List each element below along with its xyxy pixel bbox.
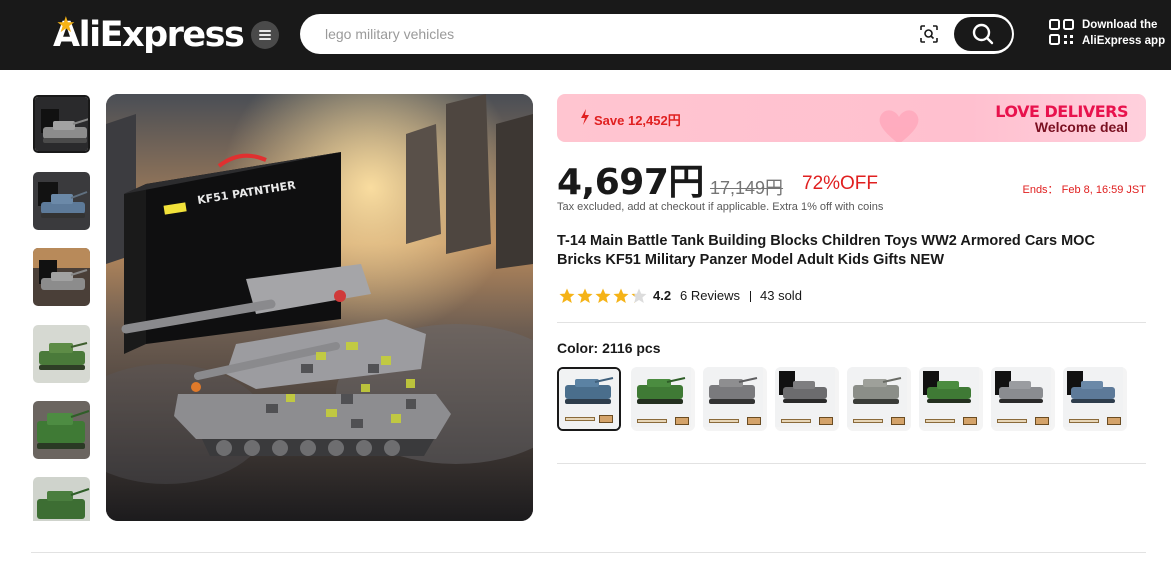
swatch-badge-icon <box>599 415 613 423</box>
divider <box>557 322 1146 323</box>
thumbnail-item[interactable] <box>33 248 90 306</box>
app-line-2: AliExpress app <box>1082 35 1166 47</box>
divider <box>557 463 1146 464</box>
color-option[interactable] <box>631 367 695 431</box>
save-amount: Save 12,452円 <box>594 113 681 128</box>
divider <box>31 552 1146 553</box>
reviews-link[interactable]: 6 Reviews <box>680 288 740 303</box>
menu-icon-bar <box>259 34 271 36</box>
top-header: ★ AliExpress lego military vehicles Down… <box>0 0 1171 70</box>
download-app-link[interactable]: Download the AliExpress app <box>1049 16 1171 52</box>
color-option[interactable] <box>847 367 911 431</box>
thumbnail-list <box>31 93 93 521</box>
swatch-badge-icon <box>675 417 689 425</box>
tax-note: Tax excluded, add at checkout if applica… <box>557 201 884 213</box>
current-price: 4,697円 <box>557 162 704 203</box>
download-app-text: Download the AliExpress app <box>1082 17 1165 49</box>
color-option[interactable] <box>1063 367 1127 431</box>
swatch-badge-icon <box>891 417 905 425</box>
qr-code-icon <box>1049 19 1074 45</box>
menu-button[interactable] <box>251 21 279 49</box>
original-price: 17,149円 <box>710 178 784 198</box>
sold-count: 43 sold <box>760 288 802 303</box>
discount-badge: 72%OFF <box>802 173 879 194</box>
search-bar[interactable]: lego military vehicles <box>300 14 1014 54</box>
aliexpress-logo[interactable]: ★ AliExpress <box>53 13 245 57</box>
swatch-badge-icon <box>1107 417 1121 425</box>
product-title: T-14 Main Battle Tank Building Blocks Ch… <box>557 233 1095 268</box>
swatch-label-icon <box>997 419 1027 423</box>
swatch-label-icon <box>781 419 811 423</box>
thumbnail-item[interactable] <box>33 325 90 383</box>
heart-icon <box>879 110 919 142</box>
color-label: Color: 2116 pcs <box>557 340 661 356</box>
search-icon <box>972 23 994 45</box>
swatch-badge-icon <box>963 417 977 425</box>
color-option[interactable] <box>775 367 839 431</box>
swatch-label-icon <box>925 419 955 423</box>
menu-icon-bar <box>259 38 271 40</box>
lightning-icon <box>581 109 589 125</box>
promo-banner[interactable]: Save 12,452円 LOVE DELIVERS Welcome deal <box>557 94 1146 142</box>
rating-value: 4.2 <box>653 288 672 303</box>
swatch-label-icon <box>565 417 595 421</box>
search-input[interactable]: lego military vehicles <box>325 26 454 42</box>
divider <box>750 291 751 302</box>
color-option[interactable] <box>991 367 1055 431</box>
color-option[interactable] <box>703 367 767 431</box>
promo-subtitle: Welcome deal <box>1034 119 1128 135</box>
search-button[interactable] <box>954 17 1012 51</box>
deal-end-time: Ends： Feb 8, 16:59 JST <box>1022 184 1146 196</box>
thumbnail-item[interactable] <box>33 477 90 521</box>
camera-search-icon[interactable] <box>920 25 938 43</box>
color-selected-value: 2116 pcs <box>602 340 661 356</box>
swatch-badge-icon <box>1035 417 1049 425</box>
logo-text: AliExpress <box>53 15 245 55</box>
star-rating-icon <box>559 288 647 303</box>
menu-icon <box>259 30 271 32</box>
swatch-label-icon <box>1069 419 1099 423</box>
main-product-image[interactable]: KF51 PATNTHER <box>106 94 533 521</box>
app-line-1: Download the <box>1082 19 1158 31</box>
color-label-key: Color: <box>557 340 599 356</box>
product-photo: KF51 PATNTHER <box>106 94 533 521</box>
thumbnail-item[interactable] <box>33 95 90 153</box>
swatch-label-icon <box>709 419 739 423</box>
logo-star-icon: ★ <box>56 13 76 38</box>
swatch-label-icon <box>853 419 883 423</box>
swatch-badge-icon <box>819 417 833 425</box>
thumbnail-item[interactable] <box>33 172 90 230</box>
color-option[interactable] <box>919 367 983 431</box>
color-option[interactable] <box>557 367 621 431</box>
swatch-badge-icon <box>747 417 761 425</box>
thumbnail-item[interactable] <box>33 401 90 459</box>
swatch-label-icon <box>637 419 667 423</box>
